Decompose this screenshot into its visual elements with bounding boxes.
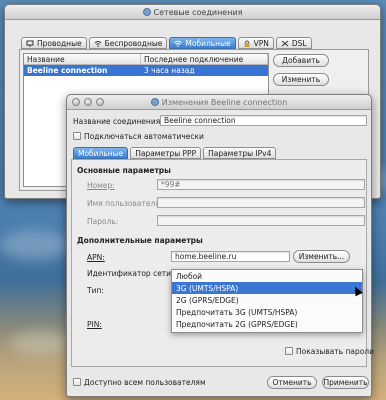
option-prefer-2g[interactable]: Предпочитать 2G (GPRS/EDGE) [172,318,362,330]
cancel-button[interactable]: Отменить [267,376,317,389]
password-input[interactable] [157,215,365,226]
titlebar: Сетевые соединения [5,5,380,20]
option-any[interactable]: Любой [172,270,362,282]
option-2g[interactable]: 2G (GPRS/EDGE) [172,294,362,306]
tab-label: Беспроводные [104,38,163,48]
tab-label: Проводные [37,38,82,48]
network-app-icon [142,8,151,16]
tab-label: DSL [291,38,307,48]
password-label: Пароль: [87,217,119,226]
lock-icon [244,40,250,47]
zoom-button[interactable] [96,98,104,106]
connection-last-used: 3 часа назад [144,66,195,75]
list-item[interactable]: Beeline connection 3 часа назад [24,65,268,76]
tab-ipv4-settings[interactable]: Параметры IPv4 [203,147,277,159]
show-passwords-checkbox[interactable] [285,347,293,355]
all-users-checkbox[interactable] [73,378,81,386]
apn-edit-button[interactable]: Изменить... [293,250,350,263]
apply-button[interactable]: Применить [322,376,369,389]
option-prefer-3g[interactable]: Предпочитать 3G (UMTS/HSPA) [172,306,362,318]
pin-label: PIN: [87,320,102,329]
background-cloud [0,230,70,260]
connection-name-label: Название соединения: [73,117,163,126]
window-controls [72,98,104,106]
wireless-icon [94,40,101,47]
network-type-dropdown[interactable]: Любой 3G (UMTS/HSPA) 2G (GPRS/EDGE) Пред… [171,269,363,333]
auto-connect-label: Подключаться автоматически [84,132,204,141]
tab-label: Мобильные [185,38,231,48]
username-label: Имя пользователя: [87,199,163,208]
list-header: Название Последнее подключение [24,54,268,65]
background-cloud [10,330,70,355]
settings-tabs: Мобильные Параметры PPP Параметры IPv4 [73,147,277,159]
network-id-label: Идентификатор сети: [87,269,174,278]
wired-icon [26,40,34,47]
option-3g[interactable]: 3G (UMTS/HSPA) [172,282,362,294]
minimize-button[interactable] [84,98,92,106]
close-button[interactable] [72,98,80,106]
apn-label: APN: [87,253,105,262]
tab-mobile-settings[interactable]: Мобильные [73,147,129,159]
show-passwords-label: Показывать пароли [296,347,374,356]
apn-input[interactable]: home.beeline.ru [171,251,290,262]
dsl-icon [281,40,289,46]
connection-name-input[interactable]: Beeline connection [160,115,367,126]
tab-label: VPN [253,38,269,48]
edit-connection-window: Изменения Beeline connection Название со… [66,94,374,397]
window-title-text: Изменения Beeline connection [161,97,288,107]
titlebar: Изменения Beeline connection [67,95,371,110]
all-users-label: Доступно всем пользователям [84,378,206,387]
tab-vpn[interactable]: VPN [237,37,274,49]
window-title: Сетевые соединения [142,7,243,17]
advanced-settings-heading: Дополнительные параметры [77,236,203,245]
username-input[interactable] [157,197,365,208]
add-button[interactable]: Добавить [273,54,329,67]
window-title: Изменения Beeline connection [150,97,288,107]
tab-ppp-settings[interactable]: Параметры PPP [130,147,202,159]
mobile-icon [174,40,183,47]
tab-wireless[interactable]: Беспроводные [88,37,168,49]
basic-settings-heading: Основные параметры [77,166,171,175]
column-last-used[interactable]: Последнее подключение [141,54,268,64]
edit-button[interactable]: Изменить [273,73,329,86]
type-label: Тип: [87,286,104,295]
column-name[interactable]: Название [24,54,141,64]
network-app-icon [150,98,159,106]
window-title-text: Сетевые соединения [153,7,243,17]
connection-name: Beeline connection [27,66,108,75]
mobile-settings-panel [71,159,367,367]
tab-dsl[interactable]: DSL [275,37,312,49]
auto-connect-checkbox[interactable] [73,132,81,140]
tab-mobile[interactable]: Мобильные [169,37,236,49]
tab-wired[interactable]: Проводные [21,37,87,49]
number-label: Номер: [87,181,115,190]
number-input[interactable]: *99# [157,179,365,190]
connection-type-tabs: Проводные Беспроводные Мобильные VPN DSL [21,37,312,49]
